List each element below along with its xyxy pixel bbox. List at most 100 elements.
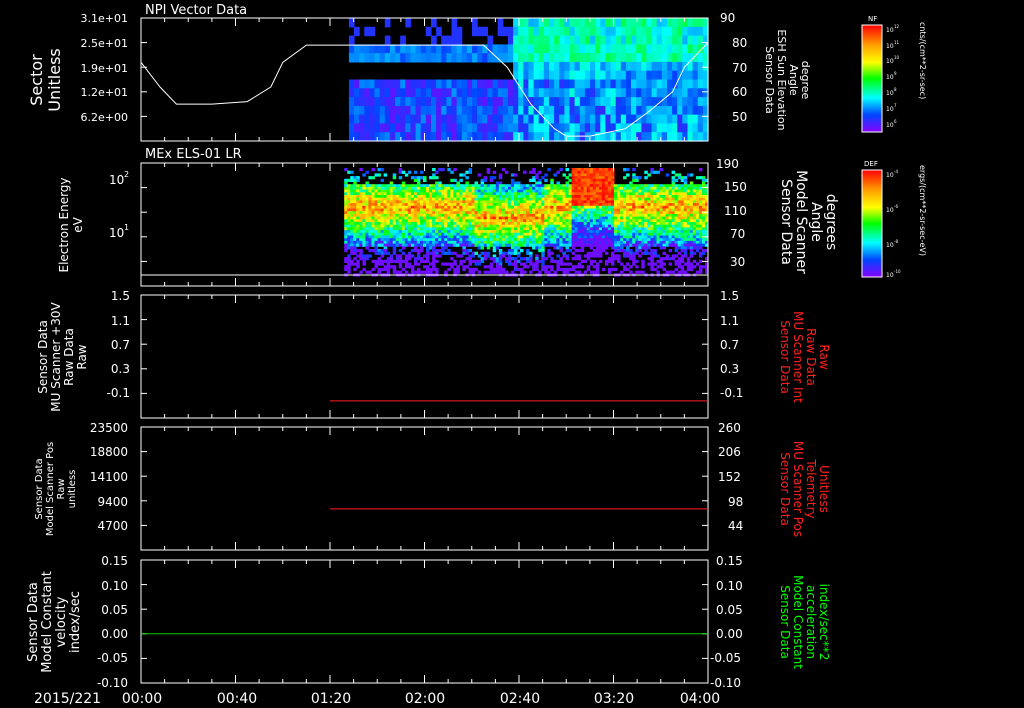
heatmap-cell bbox=[513, 70, 519, 81]
heatmap-cell bbox=[564, 26, 571, 37]
heatmap-cell bbox=[623, 254, 627, 258]
heatmap-cell bbox=[574, 123, 581, 133]
heatmap-cell bbox=[425, 105, 432, 116]
heatmap-cell bbox=[667, 105, 673, 116]
tick-label: 0.15 bbox=[101, 554, 128, 568]
heatmap-cell bbox=[359, 132, 365, 142]
heatmap-cell bbox=[374, 44, 381, 54]
heatmap-cell bbox=[380, 262, 385, 266]
heatmap-cell bbox=[656, 26, 663, 37]
heatmap-cell bbox=[392, 251, 397, 255]
heatmap-cell bbox=[514, 251, 518, 255]
heatmap-cell bbox=[517, 254, 521, 258]
heatmap-cell bbox=[389, 88, 396, 98]
heatmap-cell bbox=[410, 88, 417, 98]
heatmap-cell bbox=[595, 44, 601, 54]
heatmap-cell bbox=[615, 105, 622, 116]
heatmap-cell bbox=[687, 88, 694, 98]
heatmap-cell bbox=[605, 44, 612, 54]
heatmap-cell bbox=[538, 132, 545, 142]
heatmap-cell bbox=[384, 105, 391, 116]
heatmap-cell bbox=[350, 262, 354, 266]
heatmap-cell bbox=[451, 35, 458, 45]
heatmap-cell bbox=[595, 35, 601, 45]
axis-title-line: MU Scanner Pos bbox=[791, 441, 805, 537]
heatmap-cell bbox=[549, 97, 555, 107]
heatmap-cell bbox=[441, 114, 447, 124]
heatmap-cell bbox=[662, 262, 666, 266]
heatmap-cell bbox=[369, 26, 376, 37]
heatmap-cell bbox=[456, 254, 460, 258]
heatmap-cell bbox=[377, 251, 381, 255]
heatmap-cell bbox=[554, 18, 560, 28]
heatmap-cell bbox=[692, 26, 699, 37]
heatmap-cell bbox=[502, 44, 509, 54]
heatmap-cell bbox=[631, 123, 637, 133]
heatmap-cell bbox=[348, 35, 355, 45]
heatmap-cell bbox=[354, 114, 360, 124]
heatmap-cell bbox=[383, 259, 388, 263]
heatmap-cell bbox=[683, 262, 688, 266]
heatmap-cell bbox=[425, 132, 432, 142]
heatmap-cell bbox=[356, 178, 360, 182]
tick-label: 152 bbox=[718, 470, 741, 484]
heatmap-cell bbox=[482, 123, 488, 133]
heatmap-cell bbox=[615, 26, 622, 37]
heatmap-cell bbox=[646, 70, 653, 81]
heatmap-cell bbox=[569, 70, 576, 81]
heatmap-cell bbox=[392, 176, 397, 180]
heatmap-cell bbox=[569, 79, 576, 89]
heatmap-cell bbox=[523, 70, 529, 81]
tick-label: 150 bbox=[724, 180, 747, 194]
heatmap-cell bbox=[590, 123, 596, 133]
heatmap-cell bbox=[441, 123, 447, 133]
heatmap-cell bbox=[486, 254, 491, 258]
heatmap-cell bbox=[615, 44, 622, 54]
heatmap-cell bbox=[400, 35, 406, 45]
heatmap-cell bbox=[526, 251, 530, 255]
axis-title-line: Sensor Data bbox=[34, 458, 45, 519]
heatmap-cell bbox=[492, 170, 497, 174]
time-tick-label: 00:40 bbox=[217, 691, 257, 707]
heatmap-cell bbox=[538, 170, 542, 174]
heatmap-cell bbox=[564, 97, 571, 107]
axis-title-line: Raw bbox=[56, 478, 67, 499]
heatmap-cell bbox=[374, 123, 381, 133]
plot-canvas: NPI Vector Data MEx ELS-01 LR 3.1e+01 2.… bbox=[26, 3, 927, 707]
heatmap-cell bbox=[586, 257, 591, 261]
heatmap-cell bbox=[461, 79, 468, 89]
heatmap-cell bbox=[482, 114, 488, 124]
heatmap-cell bbox=[538, 79, 545, 89]
heatmap-cell bbox=[605, 61, 612, 72]
time-tick-label: 04:00 bbox=[680, 691, 720, 707]
heatmap-cell bbox=[472, 79, 478, 89]
heatmap-cell bbox=[513, 18, 519, 28]
heatmap-cell bbox=[631, 88, 637, 98]
heatmap-cell bbox=[474, 243, 478, 247]
heatmap-cell bbox=[501, 243, 506, 247]
heatmap-cell bbox=[497, 18, 504, 28]
heatmap-cell bbox=[401, 267, 406, 272]
heatmap-cell bbox=[697, 79, 704, 89]
heatmap-cell bbox=[615, 61, 622, 72]
heatmap-cell bbox=[447, 243, 451, 247]
heatmap-cell bbox=[656, 170, 660, 174]
heatmap-cell bbox=[482, 105, 488, 116]
heatmap-cell bbox=[571, 251, 576, 255]
heatmap-cell bbox=[435, 243, 439, 247]
heatmap-cell bbox=[413, 262, 418, 266]
heatmap-cell bbox=[544, 178, 548, 182]
heatmap-cell bbox=[518, 123, 524, 133]
heatmap-cell bbox=[656, 44, 663, 54]
heatmap-cell bbox=[600, 26, 606, 37]
tick-label: 80 bbox=[732, 36, 747, 50]
heatmap-cell bbox=[529, 270, 533, 274]
heatmap-cell bbox=[656, 132, 663, 142]
heatmap-cell bbox=[544, 270, 548, 274]
heatmap-cell bbox=[697, 61, 704, 72]
heatmap-cell bbox=[620, 270, 624, 274]
heatmap-cell bbox=[487, 97, 494, 107]
heatmap-cell bbox=[697, 70, 704, 81]
heatmap-cell bbox=[656, 259, 660, 263]
heatmap-cell bbox=[348, 123, 355, 133]
